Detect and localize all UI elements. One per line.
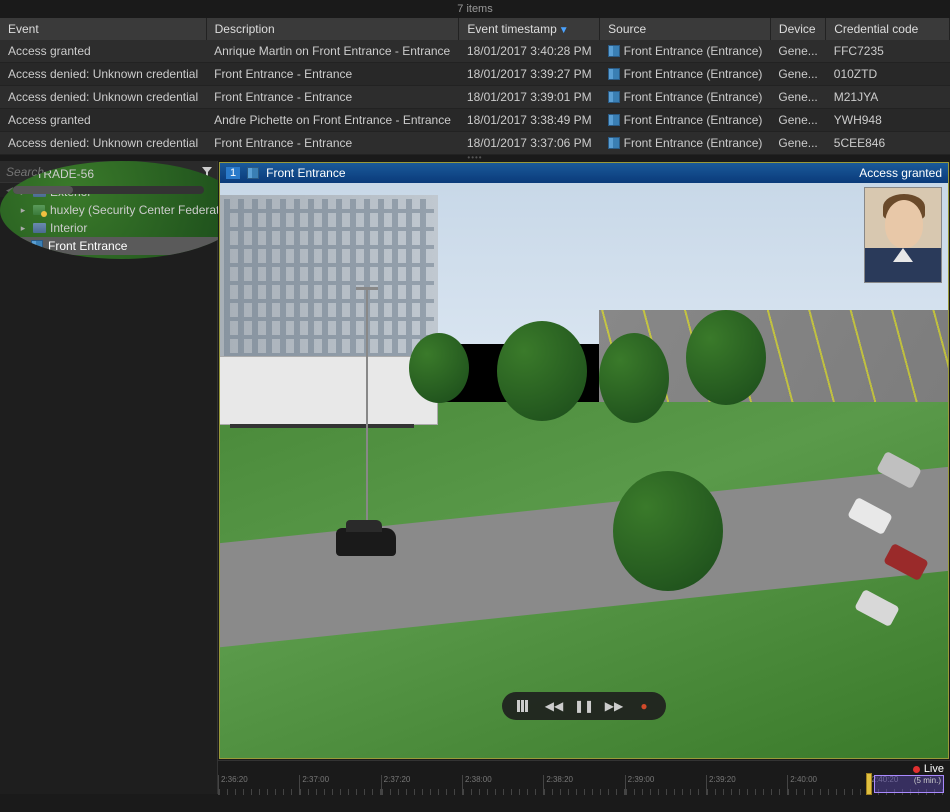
timeline-tick: 2:37:20 (381, 775, 462, 795)
lower-pane: ▾ TRADE-56 ▸ Exterior ▸ huxley (Security… (0, 161, 950, 794)
cell-source: Front Entrance (Entrance) (600, 132, 771, 155)
time-ruler[interactable]: 2:36:202:37:002:37:202:38:002:38:202:39:… (218, 775, 950, 795)
timeline-tick: 2:39:20 (706, 775, 787, 795)
table-row[interactable]: Access denied: Unknown credentialFront E… (0, 86, 950, 109)
cell-device: Gene... (770, 40, 825, 63)
area-icon (32, 221, 46, 235)
cell-event: Access granted (0, 109, 206, 132)
cell-timestamp: 18/01/2017 3:39:01 PM (459, 86, 600, 109)
jump-list-icon[interactable] (514, 696, 534, 716)
entity-tree: ▾ TRADE-56 ▸ Exterior ▸ huxley (Security… (0, 161, 243, 259)
live-indicator[interactable]: Live (913, 763, 944, 775)
timeline-tick: 2:40:00 (787, 775, 868, 795)
col-credential[interactable]: Credential code (826, 18, 950, 40)
rewind-button[interactable]: ◀◀ (544, 696, 564, 716)
timeline-tick: 2:37:00 (299, 775, 380, 795)
timeline[interactable]: Live 2:36:202:37:002:37:202:38:002:38:20… (218, 760, 950, 794)
live-dot-icon (913, 766, 920, 773)
live-label: Live (924, 763, 944, 775)
cell-description: Andre Pichette on Front Entrance - Entra… (206, 109, 459, 132)
door-icon (608, 45, 620, 57)
col-device[interactable]: Device (770, 18, 825, 40)
tile-title: Front Entrance (266, 166, 345, 180)
cell-event: Access denied: Unknown credential (0, 86, 206, 109)
door-icon (246, 166, 260, 180)
cell-event: Access denied: Unknown credential (0, 132, 206, 155)
cell-event: Access denied: Unknown credential (0, 63, 206, 86)
cell-device: Gene... (770, 63, 825, 86)
forward-button[interactable]: ▶▶ (604, 696, 624, 716)
cell-device: Gene... (770, 109, 825, 132)
cell-description: Front Entrance - Entrance (206, 132, 459, 155)
playback-controls: ◀◀ ❚❚ ▶▶ ● (502, 692, 666, 720)
cell-timestamp: 18/01/2017 3:39:27 PM (459, 63, 600, 86)
cell-credential: M21JYA (826, 86, 950, 109)
timeline-range[interactable]: (5 min.) (874, 775, 944, 793)
door-icon (608, 91, 620, 103)
camera-scene (220, 183, 948, 758)
video-pane: 1 Front Entrance Access granted (218, 161, 950, 794)
cell-timestamp: 18/01/2017 3:40:28 PM (459, 40, 600, 63)
tree-label: huxley (Security Center Federation) (50, 203, 239, 217)
items-count-header: 7 items (0, 0, 950, 18)
federation-icon (32, 203, 46, 217)
event-table: Event Description Event timestamp▼ Sourc… (0, 18, 950, 155)
table-header-row: Event Description Event timestamp▼ Sourc… (0, 18, 950, 40)
col-event[interactable]: Event (0, 18, 206, 40)
cell-description: Front Entrance - Entrance (206, 86, 459, 109)
timeline-tick: 2:38:20 (543, 775, 624, 795)
scroll-thumb[interactable] (13, 186, 73, 194)
door-icon (608, 137, 620, 149)
sort-desc-icon: ▼ (559, 25, 569, 36)
cardholder-photo (864, 187, 942, 283)
pause-button[interactable]: ❚❚ (574, 696, 594, 716)
col-source[interactable]: Source (600, 18, 771, 40)
cell-device: Gene... (770, 132, 825, 155)
col-timestamp[interactable]: Event timestamp▼ (459, 18, 600, 40)
timeline-tick: 2:36:20 (218, 775, 299, 795)
tile-header: 1 Front Entrance Access granted (220, 163, 948, 183)
cell-credential: 5CEE846 (826, 132, 950, 155)
tree-item-huxley[interactable]: ▸ huxley (Security Center Federation) (0, 201, 243, 219)
cell-credential: YWH948 (826, 109, 950, 132)
tile-status: Access granted (859, 166, 942, 180)
tile-number: 1 (226, 167, 240, 179)
cell-source: Front Entrance (Entrance) (600, 109, 771, 132)
table-row[interactable]: Access denied: Unknown credentialFront E… (0, 132, 950, 155)
scroll-track[interactable] (13, 186, 204, 194)
video-feed[interactable] (220, 183, 948, 758)
col-description[interactable]: Description (206, 18, 459, 40)
playhead[interactable] (866, 773, 872, 795)
tree-item-interior[interactable]: ▸ Interior (0, 219, 243, 237)
timeline-tick: 2:38:00 (462, 775, 543, 795)
tree-label: Interior (50, 221, 87, 235)
cell-event: Access granted (0, 40, 206, 63)
table-row[interactable]: Access denied: Unknown credentialFront E… (0, 63, 950, 86)
cell-source: Front Entrance (Entrance) (600, 40, 771, 63)
door-icon (30, 239, 44, 253)
chevron-right-icon: ▸ (18, 223, 28, 234)
timeline-tick: 2:39:00 (625, 775, 706, 795)
cell-timestamp: 18/01/2017 3:38:49 PM (459, 109, 600, 132)
cell-description: Anrique Martin on Front Entrance - Entra… (206, 40, 459, 63)
cell-credential: 010ZTD (826, 63, 950, 86)
table-row[interactable]: Access grantedAndre Pichette on Front En… (0, 109, 950, 132)
cell-timestamp: 18/01/2017 3:37:06 PM (459, 132, 600, 155)
entity-tree-sidebar: ▾ TRADE-56 ▸ Exterior ▸ huxley (Security… (0, 161, 218, 794)
cell-source: Front Entrance (Entrance) (600, 63, 771, 86)
record-button[interactable]: ● (634, 696, 654, 716)
chevron-right-icon: ▸ (18, 205, 28, 216)
cell-source: Front Entrance (Entrance) (600, 86, 771, 109)
table-row[interactable]: Access grantedAnrique Martin on Front En… (0, 40, 950, 63)
door-icon (608, 68, 620, 80)
video-tile[interactable]: 1 Front Entrance Access granted (219, 162, 949, 759)
tree-label: Front Entrance (48, 239, 127, 253)
cell-description: Front Entrance - Entrance (206, 63, 459, 86)
cell-device: Gene... (770, 86, 825, 109)
door-icon (608, 114, 620, 126)
tree-item-front-entrance[interactable]: Front Entrance (0, 237, 243, 255)
cell-credential: FFC7235 (826, 40, 950, 63)
